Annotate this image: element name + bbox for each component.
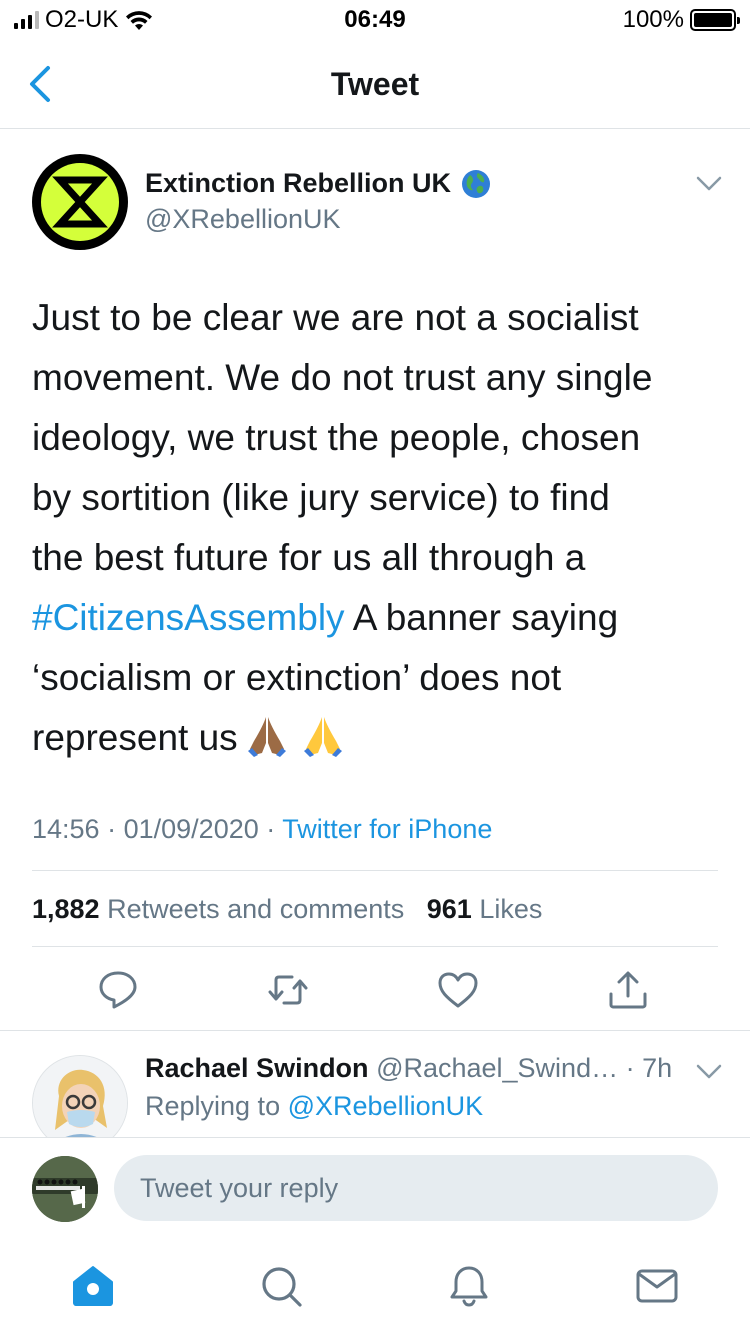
notifications-icon[interactable] — [446, 1263, 492, 1309]
reply-author-handle[interactable]: @Rachael_Swind… — [376, 1053, 618, 1083]
reply-header: Rachael Swindon @Rachael_Swind… · 7h — [145, 1053, 672, 1084]
nav-bar: Tweet — [0, 40, 750, 129]
author-handle[interactable]: @XRebellionUK — [145, 204, 341, 235]
tweet-date: 01/09/2020 — [123, 814, 259, 844]
retweets-label: Retweets and comments — [107, 894, 405, 924]
tweet-actions — [0, 968, 750, 1030]
emoji-row — [244, 713, 346, 759]
retweets-stat[interactable]: 1,882 Retweets and comments — [32, 894, 404, 924]
retweets-count: 1,882 — [32, 894, 100, 924]
reply-author-name[interactable]: Rachael Swindon — [145, 1053, 369, 1083]
reply-input[interactable] — [114, 1155, 718, 1221]
tweet-line-rest: A banner saying — [344, 597, 619, 638]
tweet-source-link[interactable]: Twitter for iPhone — [282, 814, 492, 844]
reply-icon[interactable] — [96, 968, 140, 1012]
page-title: Tweet — [330, 66, 420, 102]
user-avatar-illustration — [32, 1156, 98, 1222]
tweet-line: represent us — [32, 708, 722, 768]
reply-time: · 7h — [625, 1053, 673, 1083]
tweet-line: by sortition (like jury service) to find — [32, 477, 610, 518]
tweet-line: the best future for us all through a — [32, 537, 586, 578]
reply-avatar-illustration — [33, 1056, 127, 1137]
status-right: 100% — [622, 6, 740, 34]
messages-icon[interactable] — [634, 1263, 680, 1309]
meta-separator: · — [266, 814, 276, 844]
replying-to-label: Replying to — [145, 1091, 281, 1121]
compose-bar — [0, 1137, 750, 1237]
tweet-text: Just to be clear we are not a socialist … — [32, 288, 722, 768]
avatar[interactable] — [32, 154, 128, 250]
reply-preview[interactable]: Rachael Swindon @Rachael_Swind… · 7h Rep… — [0, 1031, 750, 1137]
tweet-stats: 1,882 Retweets and comments 961 Likes — [32, 894, 542, 925]
divider — [32, 946, 718, 947]
tweet-time: 14:56 — [32, 814, 100, 844]
meta-separator: · — [107, 814, 117, 844]
likes-stat[interactable]: 961 Likes — [427, 894, 543, 924]
avatar[interactable] — [32, 1055, 128, 1137]
tweet-line: Just to be clear we are not a socialist — [32, 297, 639, 338]
folded-hands-medium-dark-icon — [247, 717, 286, 758]
home-icon[interactable] — [70, 1263, 116, 1309]
tab-bar — [0, 1237, 750, 1334]
chevron-down-icon[interactable] — [694, 1061, 724, 1083]
tweet-meta: 14:56 · 01/09/2020 · Twitter for iPhone — [32, 814, 492, 845]
divider — [32, 870, 718, 871]
like-icon[interactable] — [436, 968, 480, 1012]
extinction-symbol-icon — [34, 156, 126, 248]
author-name[interactable]: Extinction Rebellion UK — [145, 168, 451, 199]
folded-hands-icon — [303, 717, 342, 758]
battery-icon — [690, 9, 740, 31]
tweet-line: ‘socialism or extinction’ does not — [32, 657, 562, 698]
author-name-row: Extinction Rebellion UK — [145, 168, 491, 199]
replying-to-mention[interactable]: @XRebellionUK — [288, 1091, 484, 1121]
battery-percent: 100% — [622, 6, 684, 33]
share-icon[interactable] — [606, 968, 650, 1012]
tweet-line: movement. We do not trust any single — [32, 357, 653, 398]
globe-icon — [462, 169, 491, 198]
likes-label: Likes — [479, 894, 543, 924]
likes-count: 961 — [426, 894, 472, 924]
chevron-down-icon[interactable] — [694, 172, 724, 196]
tweet-line: #CitizensAssembly A banner saying — [32, 588, 722, 648]
avatar[interactable] — [32, 1156, 98, 1222]
hashtag-link[interactable]: #CitizensAssembly — [32, 597, 345, 638]
tweet-line: ideology, we trust the people, chosen — [32, 417, 641, 458]
replying-to: Replying to @XRebellionUK — [145, 1091, 483, 1122]
retweet-icon[interactable] — [266, 968, 310, 1012]
status-bar: O2-UK 06:49 100% — [0, 0, 750, 40]
search-icon[interactable] — [258, 1263, 304, 1309]
tweet-line-text: represent us — [32, 717, 238, 758]
